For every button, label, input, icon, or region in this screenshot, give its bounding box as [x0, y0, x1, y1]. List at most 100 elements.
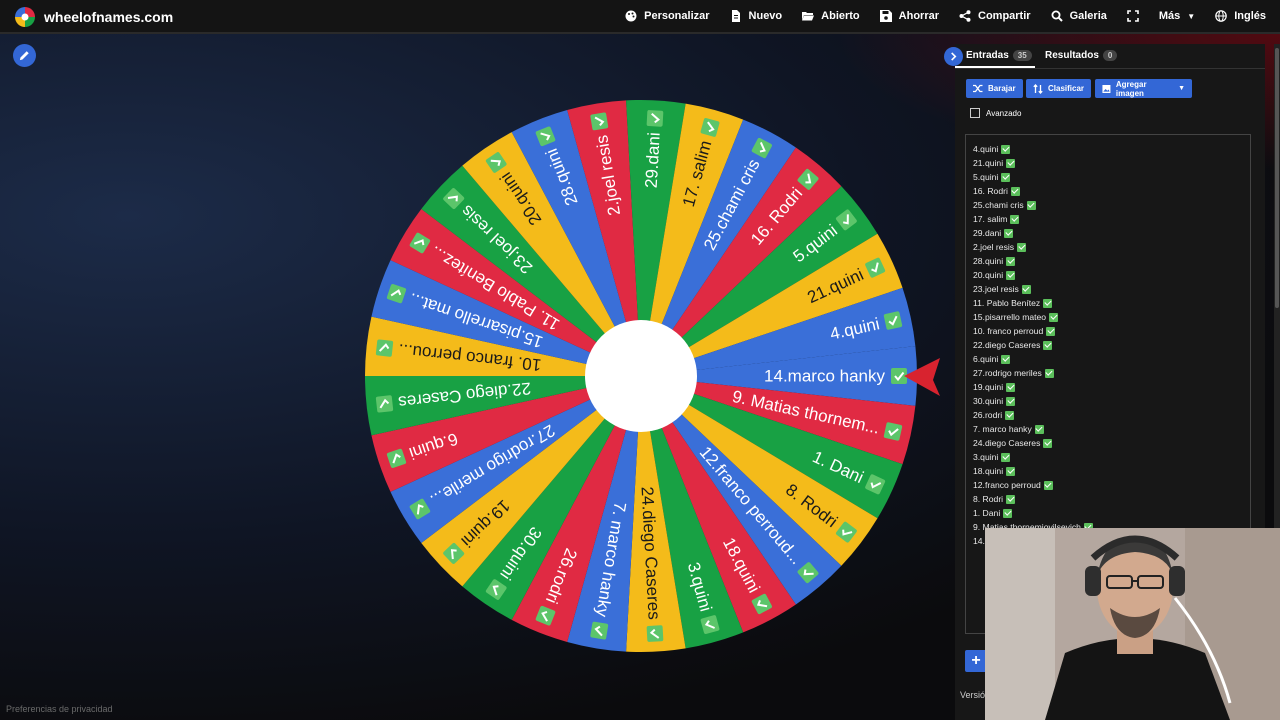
- search-icon: [1051, 10, 1063, 22]
- entry-item[interactable]: 10. franco perroud: [973, 324, 1093, 338]
- checkmark-icon: [1043, 340, 1053, 350]
- checkmark-icon: [1006, 270, 1016, 280]
- entry-item[interactable]: 7. marco hanky: [973, 422, 1093, 436]
- entry-item[interactable]: 24.diego Caseres: [973, 436, 1093, 450]
- scrollbar-thumb[interactable]: [1275, 48, 1279, 308]
- privacy-preferences-link[interactable]: Preferencias de privacidad: [6, 704, 113, 714]
- chevron-down-icon: ▼: [1178, 85, 1185, 92]
- wheel-center[interactable]: [585, 320, 697, 432]
- entry-item[interactable]: 22.diego Caseres: [973, 338, 1093, 352]
- entry-item[interactable]: 18.quini: [973, 464, 1093, 478]
- advanced-checkbox[interactable]: [970, 108, 980, 118]
- checkmark-icon: [590, 621, 609, 640]
- webcam-overlay: [985, 528, 1280, 720]
- entry-item[interactable]: 26.rodri: [973, 408, 1093, 422]
- tab-entries-label: Entradas: [966, 50, 1009, 61]
- entry-text: 20.quini: [973, 270, 1004, 280]
- checkmark-icon: [1001, 354, 1011, 364]
- active-tab-indicator: [955, 66, 1035, 68]
- entry-item[interactable]: 5.quini: [973, 170, 1093, 184]
- wheel-segment-label: 14.marco hanky: [764, 367, 885, 386]
- tab-entries[interactable]: Entradas 35: [966, 50, 1032, 61]
- tab-results[interactable]: Resultados 0: [1045, 50, 1118, 61]
- entry-item[interactable]: 27.rodrigo meriles: [973, 366, 1093, 380]
- entry-text: 30.quini: [973, 396, 1004, 406]
- nav-more[interactable]: Más ▼: [1159, 10, 1195, 22]
- entry-text: 8. Rodri: [973, 494, 1004, 504]
- nav-language[interactable]: Inglés: [1215, 10, 1266, 22]
- entry-item[interactable]: 1. Dani: [973, 506, 1093, 520]
- checkmark-icon: [1049, 312, 1059, 322]
- shuffle-label: Barajar: [988, 84, 1016, 93]
- entry-item[interactable]: 8. Rodri: [973, 492, 1093, 506]
- sort-icon: [1033, 83, 1043, 94]
- entry-item[interactable]: 4.quini: [973, 142, 1093, 156]
- nav-language-label: Inglés: [1234, 10, 1266, 22]
- version-label: Versió: [960, 690, 986, 700]
- nav-more-label: Más: [1158, 10, 1181, 22]
- entry-item[interactable]: 20.quini: [973, 268, 1093, 282]
- entry-item[interactable]: 19.quini: [973, 380, 1093, 394]
- entry-item[interactable]: 15.pisarrello mateo: [973, 310, 1093, 324]
- nav-gallery[interactable]: Galeria: [1051, 10, 1107, 22]
- checkmark-icon: [1010, 214, 1020, 224]
- entry-item[interactable]: 16. Rodri: [973, 184, 1093, 198]
- entry-text: 26.rodri: [973, 410, 1003, 420]
- checkmark-icon: [375, 395, 394, 413]
- entry-text: 15.pisarrello mateo: [973, 312, 1047, 322]
- entry-text: 16. Rodri: [973, 186, 1008, 196]
- image-icon: [1102, 84, 1111, 93]
- entry-text: 4.quini: [973, 144, 999, 154]
- entries-list: 4.quini 21.quini 5.quini 16. Rodri 25.chami …: [973, 142, 1093, 548]
- nav-share[interactable]: Compartir: [959, 10, 1031, 22]
- wheel[interactable]: 14.marco hanky9. Matias thornem...1. Dan…: [0, 0, 960, 720]
- webcam-person-image: [985, 528, 1280, 720]
- checkmark-icon: [1043, 480, 1053, 490]
- checkmark-icon: [1001, 452, 1011, 462]
- checkmark-icon: [1006, 466, 1016, 476]
- checkmark-icon: [646, 625, 664, 642]
- checkmark-icon: [883, 422, 903, 441]
- nav-gallery-label: Galeria: [1069, 10, 1107, 22]
- entry-item[interactable]: 28.quini: [973, 254, 1093, 268]
- sort-button[interactable]: Clasificar: [1026, 79, 1092, 98]
- add-image-button[interactable]: Agregar imagen ▼: [1095, 79, 1192, 98]
- entry-item[interactable]: 11. Pablo Benítez: [973, 296, 1093, 310]
- entry-item[interactable]: 21.quini: [973, 156, 1093, 170]
- results-count-badge: 0: [1102, 50, 1118, 61]
- wheel-segment-label: 29.dani: [642, 132, 664, 189]
- entry-item[interactable]: 29.dani: [973, 226, 1093, 240]
- entry-text: 6.quini: [973, 354, 999, 364]
- checkmark-icon: [1046, 326, 1056, 336]
- add-entry-button[interactable]: +: [965, 650, 987, 672]
- checkmark-icon: [1003, 508, 1013, 518]
- checkmark-icon: [1026, 200, 1036, 210]
- entry-item[interactable]: 30.quini: [973, 394, 1093, 408]
- advanced-option[interactable]: Avanzado: [970, 108, 1021, 118]
- entry-text: 2.joel resis: [973, 242, 1015, 252]
- entry-text: 5.quini: [973, 172, 999, 182]
- entry-item[interactable]: 2.joel resis: [973, 240, 1093, 254]
- entry-item[interactable]: 17. salim: [973, 212, 1093, 226]
- fullscreen-button[interactable]: [1127, 10, 1139, 22]
- entry-item[interactable]: 12.franco perroud: [973, 478, 1093, 492]
- entry-text: 11. Pablo Benítez: [973, 298, 1041, 308]
- checkmark-icon: [883, 311, 903, 330]
- fullscreen-icon: [1127, 10, 1139, 22]
- checkmark-icon: [1006, 382, 1016, 392]
- entry-text: 17. salim: [973, 214, 1008, 224]
- checkmark-icon: [1021, 284, 1031, 294]
- tab-results-label: Resultados: [1045, 50, 1099, 61]
- checkmark-icon: [1034, 424, 1044, 434]
- collapse-panel-button[interactable]: [944, 47, 963, 66]
- advanced-label: Avanzado: [986, 108, 1022, 118]
- globe-icon: [1215, 10, 1228, 22]
- checkmark-icon: [1001, 144, 1011, 154]
- entry-item[interactable]: 25.chami cris: [973, 198, 1093, 212]
- checkmark-icon: [1005, 410, 1015, 420]
- entry-item[interactable]: 6.quini: [973, 352, 1093, 366]
- entry-item[interactable]: 3.quini: [973, 450, 1093, 464]
- entry-text: 23.joel resis: [973, 284, 1019, 294]
- entry-item[interactable]: 23.joel resis: [973, 282, 1093, 296]
- shuffle-button[interactable]: Barajar: [966, 79, 1023, 98]
